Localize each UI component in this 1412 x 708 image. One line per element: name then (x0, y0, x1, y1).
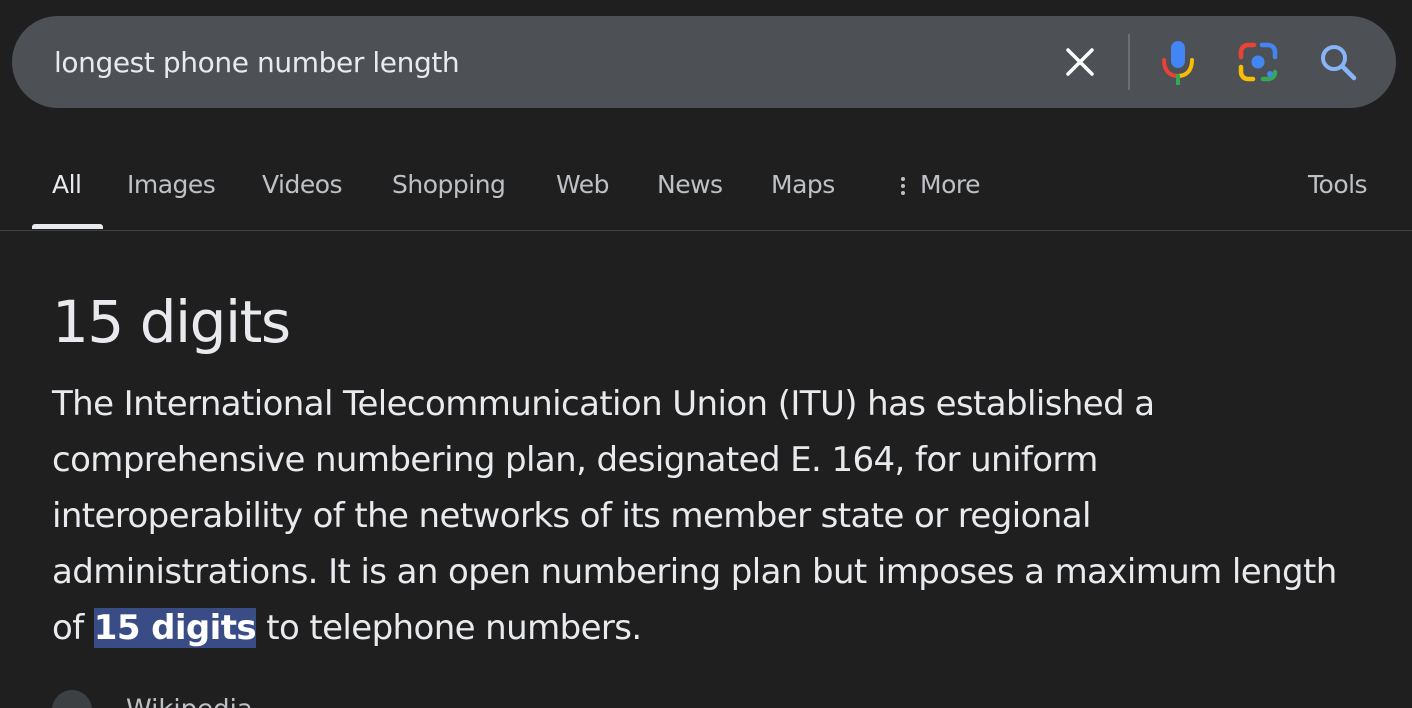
close-icon (1066, 48, 1094, 76)
tools-button[interactable]: Tools (1308, 170, 1368, 210)
tab-news[interactable]: News (657, 170, 723, 210)
tab-label: Videos (262, 170, 343, 199)
tab-label: Shopping (392, 170, 506, 199)
source-link[interactable]: Wikipedia (52, 690, 253, 708)
snippet-highlight: 15 digits (93, 608, 257, 648)
tab-videos[interactable]: Videos (262, 170, 343, 210)
search-tabs: All Images Videos Shopping Web News Maps… (0, 150, 1412, 230)
answer-snippet: The International Telecommunication Unio… (52, 376, 1352, 656)
voice-search-button[interactable] (1154, 38, 1202, 86)
tab-more[interactable]: More (900, 170, 980, 210)
search-icon (1321, 45, 1357, 81)
tab-shopping[interactable]: Shopping (392, 170, 506, 210)
search-submit-button[interactable] (1314, 38, 1362, 86)
clear-search-button[interactable] (1056, 38, 1104, 86)
source-favicon-icon (52, 690, 92, 708)
tabs-divider (0, 230, 1412, 231)
search-results-page: All Images Videos Shopping Web News Maps… (0, 0, 1412, 708)
source-name: Wikipedia (126, 695, 253, 708)
google-lens-button[interactable] (1234, 38, 1282, 86)
tab-label: Web (556, 170, 610, 199)
tab-label: More (920, 170, 980, 199)
tools-label: Tools (1308, 170, 1368, 199)
tab-label: Images (127, 170, 216, 199)
answer-title: 15 digits (52, 288, 291, 356)
tab-images[interactable]: Images (127, 170, 216, 210)
tab-web[interactable]: Web (556, 170, 610, 210)
tab-maps[interactable]: Maps (771, 170, 835, 210)
tab-label: Maps (771, 170, 835, 199)
snippet-text-end: to telephone numbers. (256, 608, 642, 648)
microphone-icon (1162, 41, 1194, 85)
search-input[interactable] (54, 38, 1034, 86)
google-lens-icon (1238, 42, 1278, 82)
tab-label: All (52, 170, 82, 199)
tab-label: News (657, 170, 723, 199)
search-divider (1128, 34, 1130, 90)
tab-all[interactable]: All (52, 170, 82, 210)
active-tab-indicator (32, 224, 103, 229)
search-bar (12, 16, 1396, 108)
vertical-dots-icon (900, 174, 906, 198)
